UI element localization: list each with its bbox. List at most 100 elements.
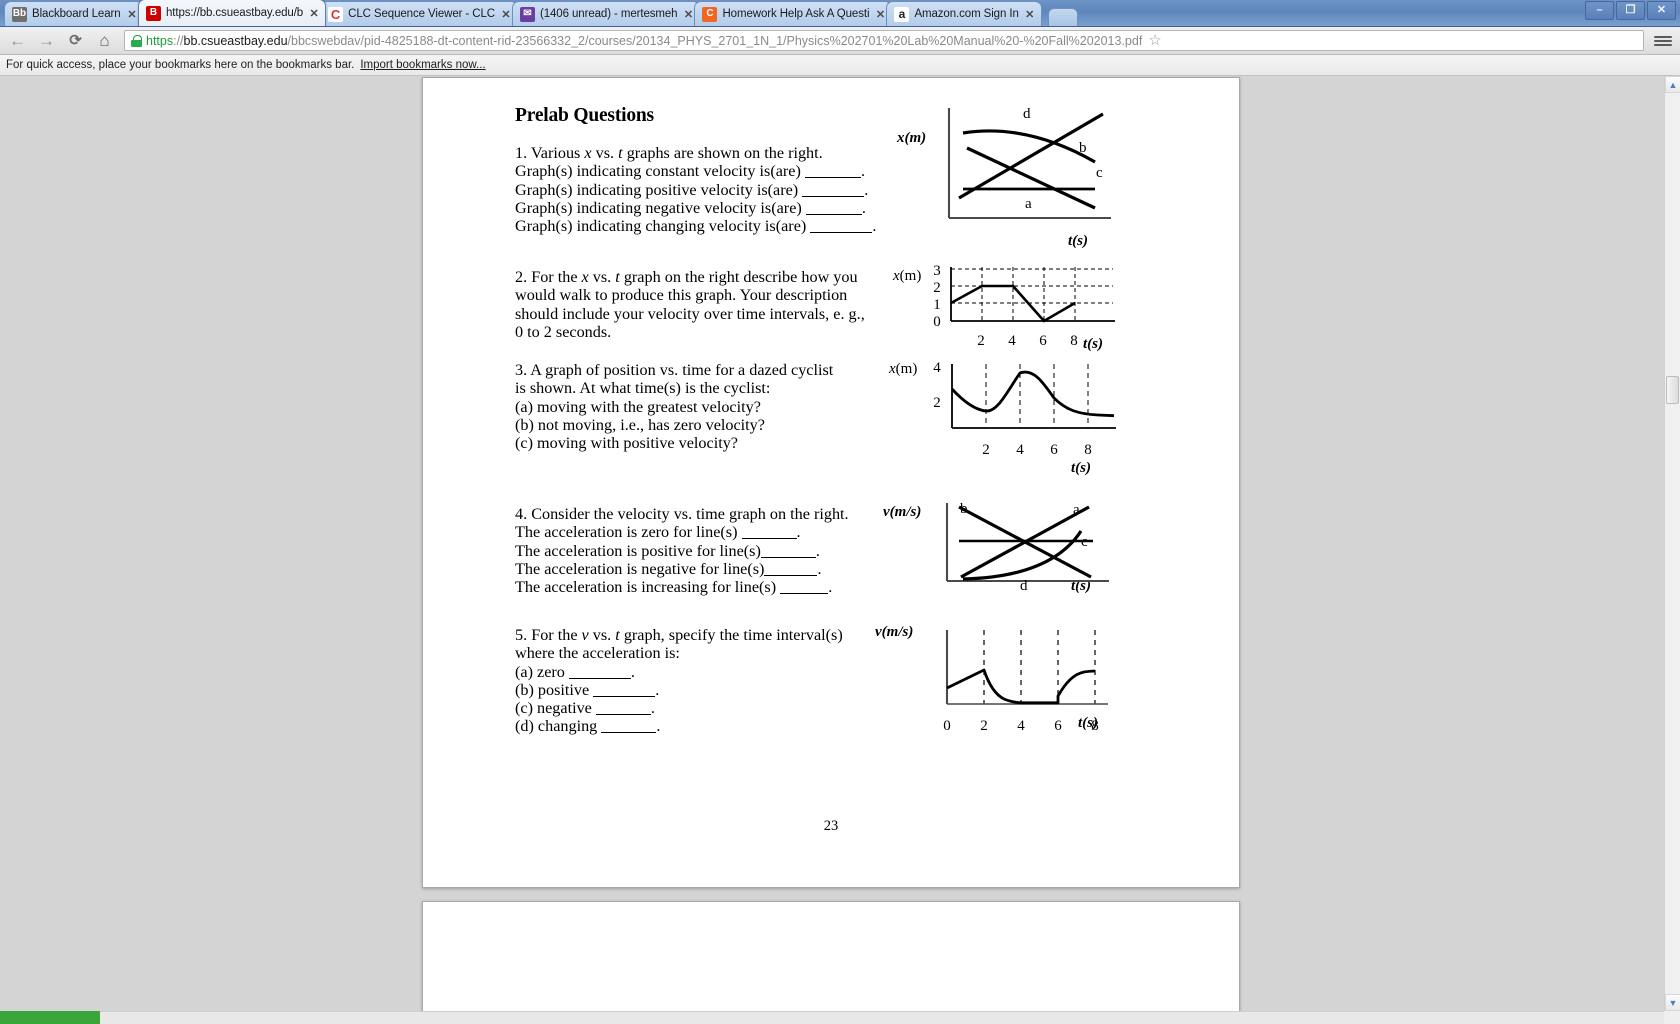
favicon-chegg: C (702, 6, 718, 22)
pdf-scroll-area[interactable]: Prelab Questions 1. Various x vs. t grap… (0, 76, 1664, 1011)
graph4-curve-label-b: b (960, 501, 968, 517)
browser-tab-2[interactable]: C CLC Sequence Viewer - CLC ✕ (320, 1, 518, 26)
graph3-y-axis-label: x(m) (889, 361, 918, 377)
minimize-button[interactable]: – (1585, 1, 1614, 20)
graph5-xtick-6: 6 (1054, 718, 1062, 734)
favicon-blackboard: Bb (12, 6, 27, 22)
graph5-xtick-0: 0 (943, 718, 951, 734)
graph4-y-axis-label: v(m/s) (883, 504, 922, 520)
page-title: Prelab Questions (515, 105, 654, 126)
graph5-velocity-vs-time-piecewise (938, 626, 1113, 716)
question-2: 2. For the x vs. t graph on the right de… (515, 268, 865, 341)
graph3-ytick-4: 4 (933, 360, 941, 376)
question-5-line-0: 5. For the v vs. t graph, specify the ti… (515, 626, 843, 644)
favicon-clc: C (328, 6, 344, 22)
browser-tab-5[interactable]: a Amazon.com Sign In ✕ (886, 1, 1042, 26)
graph3-position-vs-time-cyclist (948, 362, 1118, 442)
url-path: /bbcswebdav/pid-4825188-dt-content-rid-2… (287, 33, 1143, 48)
graph2-y-axis-label: x(m) (893, 268, 922, 284)
graph4-curve-label-a: a (1073, 502, 1080, 518)
question-1-line-4: Graph(s) indicating changing velocity is… (515, 217, 877, 236)
browser-tab-4[interactable]: C Homework Help Ask A Questi ✕ (694, 1, 893, 26)
graph3-ytick-2: 2 (933, 395, 941, 411)
graph1-curve-label-a: a (1025, 196, 1032, 212)
graph2-xtick-4: 4 (1008, 333, 1016, 349)
scroll-up-arrow-icon[interactable]: ▲ (1665, 76, 1680, 93)
tab-close-icon[interactable]: ✕ (125, 7, 139, 21)
tab-close-icon[interactable]: ✕ (681, 7, 695, 21)
chrome-menu-icon[interactable] (1654, 32, 1672, 50)
question-2-line-0: 2. For the x vs. t graph on the right de… (515, 268, 858, 286)
restore-button[interactable]: ❐ (1616, 1, 1645, 20)
pdf-viewer: Prelab Questions 1. Various x vs. t grap… (0, 76, 1680, 1024)
graph3-xtick-8: 8 (1084, 442, 1092, 458)
close-button[interactable]: ✕ (1647, 1, 1676, 20)
browser-tab-3[interactable]: ✉ (1406 unread) - mertesmeh ✕ (511, 1, 701, 26)
question-4-line-4: The acceleration is increasing for line(… (515, 578, 833, 597)
question-1-line-1: Graph(s) indicating constant velocity is… (515, 162, 865, 181)
favicon-mail: ✉ (519, 6, 535, 22)
question-1-line-3: Graph(s) indicating negative velocity is… (515, 198, 866, 217)
question-3: 3. A graph of position vs. time for a da… (515, 361, 833, 452)
question-3-line-0: 3. A graph of position vs. time for a da… (515, 361, 834, 379)
question-2-line-1: would walk to produce this graph. Your d… (515, 286, 848, 305)
graph2-xtick-8: 8 (1070, 333, 1078, 349)
home-icon[interactable]: ⌂ (95, 31, 114, 50)
tab-close-icon[interactable]: ✕ (1023, 7, 1037, 21)
question-5-line-2: (a) zero . (515, 662, 635, 681)
graph1-y-axis-label: x(m) (897, 130, 927, 146)
scroll-down-arrow-icon[interactable]: ▼ (1665, 994, 1680, 1011)
browser-tab-1[interactable]: B https://bb.csueastbay.edu/b ✕ (138, 0, 327, 26)
favicon-amazon: a (894, 6, 910, 22)
graph1-curve-label-d: d (1023, 106, 1031, 122)
tab-strip: Bb Blackboard Learn ✕ B https://bb.csuea… (0, 0, 1680, 27)
horizontal-scrollbar[interactable] (0, 1011, 1664, 1024)
reload-icon[interactable]: ⟳ (66, 31, 85, 50)
tab-close-icon[interactable]: ✕ (499, 7, 513, 21)
question-4-line-1: The acceleration is zero for line(s) . (515, 523, 801, 542)
graph2-xtick-6: 6 (1039, 333, 1047, 349)
question-3-line-1: is shown. At what time(s) is the cyclist… (515, 379, 771, 398)
tab-title: Amazon.com Sign In (914, 8, 1019, 20)
address-bar[interactable]: https :// bb.csueastbay.edu /bbcswebdav/… (124, 30, 1644, 51)
question-3-line-4: (c) moving with positive velocity? (515, 434, 738, 453)
vertical-scrollbar-thumb[interactable] (1666, 376, 1679, 404)
page-number: 23 (823, 818, 839, 834)
vertical-scrollbar[interactable]: ▲ ▼ (1664, 76, 1680, 1011)
question-5: 5. For the v vs. t graph, specify the ti… (515, 626, 843, 736)
import-bookmarks-link[interactable]: Import bookmarks now... (360, 59, 485, 71)
question-4: 4. Consider the velocity vs. time graph … (515, 505, 849, 596)
graph5-xtick-4: 4 (1017, 718, 1025, 734)
download-status-bar (0, 1011, 100, 1024)
back-icon[interactable]: ← (8, 31, 27, 50)
browser-tab-0[interactable]: Bb Blackboard Learn ✕ (4, 1, 144, 26)
forward-icon[interactable]: → (37, 31, 56, 50)
question-5-line-5: (d) changing . (515, 717, 661, 736)
graph5-xtick-8: 8 (1091, 718, 1099, 734)
graph1-curve-label-c: c (1096, 165, 1103, 181)
tab-title: Homework Help Ask A Questi (722, 8, 870, 20)
question-1-line-2: Graph(s) indicating positive velocity is… (515, 180, 869, 199)
tab-title: https://bb.csueastbay.edu/b (166, 7, 304, 19)
question-5-line-1: where the acceleration is: (515, 644, 680, 663)
graph2-xtick-2: 2 (977, 333, 985, 349)
url-scheme: https (146, 33, 174, 48)
pdf-page-23: Prelab Questions 1. Various x vs. t grap… (422, 77, 1240, 888)
tab-title: (1406 unread) - mertesmeh (539, 8, 678, 20)
graph3-xtick-4: 4 (1016, 442, 1024, 458)
question-3-line-2: (a) moving with the greatest velocity? (515, 397, 761, 416)
tab-close-icon[interactable]: ✕ (873, 7, 887, 21)
graph2-ytick-1: 1 (933, 297, 941, 313)
question-1: 1. Various x vs. t graphs are shown on t… (515, 144, 876, 235)
window-controls: – ❐ ✕ (1585, 1, 1676, 20)
pdf-page-24 (422, 901, 1240, 1011)
question-5-line-3: (b) positive . (515, 680, 660, 699)
graph2-x-axis-label: t(s) (1083, 336, 1103, 352)
bookmark-star-icon[interactable]: ☆ (1148, 33, 1164, 48)
bookmarks-hint-text: For quick access, place your bookmarks h… (6, 59, 355, 71)
new-tab-button[interactable] (1047, 8, 1078, 26)
graph3-xtick-2: 2 (982, 442, 990, 458)
tab-close-icon[interactable]: ✕ (307, 6, 321, 20)
lock-icon (131, 34, 142, 47)
question-4-line-2: The acceleration is positive for line(s)… (515, 541, 820, 560)
